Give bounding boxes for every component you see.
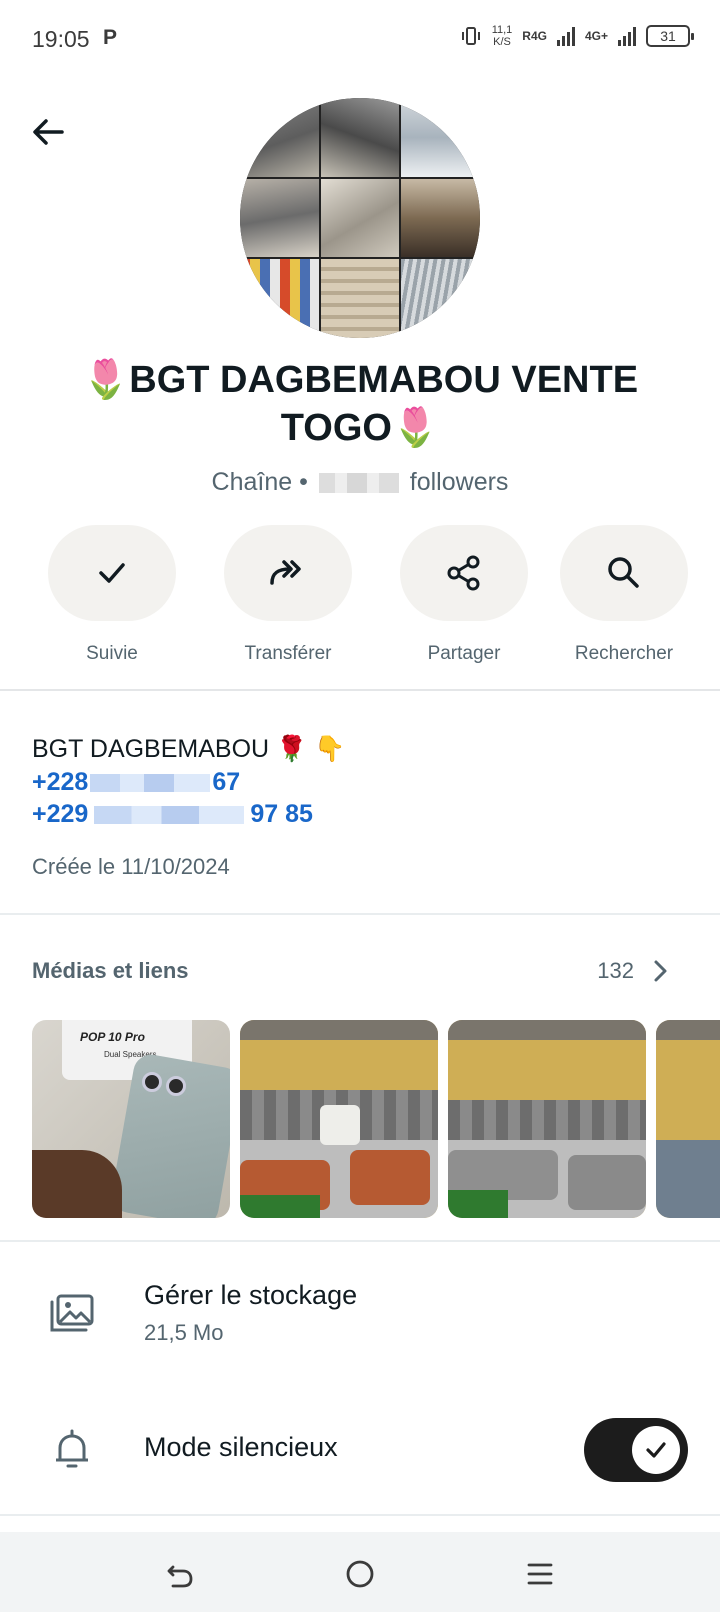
search-icon bbox=[608, 557, 639, 588]
search-button-circle[interactable] bbox=[560, 525, 688, 621]
nav-recents-button[interactable] bbox=[520, 1554, 560, 1594]
section-divider bbox=[0, 1514, 720, 1516]
avatar-tile bbox=[320, 98, 400, 177]
channel-description: BGT DAGBEMABOU 🌹 👇 +228 67 +229 97 85 bbox=[32, 732, 692, 830]
forward-icon bbox=[270, 560, 301, 585]
avatar-tile bbox=[401, 178, 480, 258]
follow-button[interactable]: Suivie bbox=[47, 525, 177, 665]
forward-label: Transférer bbox=[244, 643, 332, 664]
sim2-label: 4G+ bbox=[584, 29, 608, 43]
vibrate-icon bbox=[461, 27, 480, 45]
phone2-prefix: +229 bbox=[32, 800, 89, 828]
share-icon bbox=[447, 555, 480, 591]
phone1-redacted bbox=[90, 774, 211, 793]
avatar-tile bbox=[320, 259, 400, 338]
media-thumbnails: POP 10 Pro Dual Speakers bbox=[32, 1020, 720, 1220]
battery-level: 31 bbox=[660, 28, 676, 44]
media-links-heading[interactable]: Médias et liens bbox=[32, 958, 189, 984]
nav-back-icon bbox=[167, 1565, 193, 1588]
channel-avatar[interactable] bbox=[240, 98, 480, 338]
followers-count-redacted bbox=[318, 473, 399, 494]
nav-menu-icon bbox=[527, 1563, 553, 1585]
status-bar: 19:05 P 11,1 K/S R4G 4G+ 31 bbox=[0, 0, 720, 80]
status-indicators: 11,1 K/S R4G 4G+ 31 bbox=[460, 24, 694, 48]
storage-size: 21,5 Mo bbox=[144, 1320, 224, 1345]
sim2-signal-icon bbox=[618, 26, 636, 46]
system-nav-bar bbox=[0, 1532, 720, 1612]
share-label: Partager bbox=[427, 643, 501, 664]
manage-storage-title: Gérer le stockage bbox=[144, 1280, 358, 1310]
nav-home-icon bbox=[346, 1560, 374, 1588]
network-speed: 11,1 K/S bbox=[492, 24, 513, 48]
back-button[interactable] bbox=[28, 112, 68, 152]
search-label: Rechercher bbox=[574, 643, 674, 664]
phone1-prefix: +228 bbox=[32, 768, 89, 796]
avatar-tile bbox=[240, 178, 319, 258]
silent-mode-title: Mode silencieux bbox=[144, 1432, 338, 1462]
avatar-tile bbox=[240, 259, 319, 338]
nav-back-button[interactable] bbox=[160, 1554, 200, 1594]
forward-button-circle[interactable] bbox=[224, 525, 352, 621]
action-row: Suivie Transférer Partager Rechercher bbox=[0, 525, 720, 665]
channel-type: Chaîne • bbox=[211, 468, 308, 496]
network-speed-value: 11,1 bbox=[491, 24, 513, 36]
sim1-signal-icon bbox=[556, 26, 575, 46]
phone1-suffix: 67 bbox=[212, 768, 241, 796]
phone-link-2[interactable]: +229 97 85 bbox=[32, 798, 692, 830]
network-speed-unit: K/S bbox=[493, 36, 511, 48]
search-button[interactable]: Rechercher bbox=[559, 525, 689, 665]
app-notification-icon: P bbox=[103, 26, 118, 49]
toggle-knob bbox=[632, 1426, 680, 1474]
sim1-label: R4G bbox=[522, 29, 547, 43]
section-divider bbox=[0, 1240, 720, 1242]
avatar-tile bbox=[320, 178, 400, 258]
check-icon bbox=[99, 563, 125, 583]
manage-storage-item[interactable]: Gérer le stockage 21,5 Mo bbox=[0, 1266, 720, 1376]
status-time: 19:05 bbox=[32, 26, 90, 52]
media-thumbnail[interactable] bbox=[240, 1020, 438, 1218]
created-date: Créée le 11/10/2024 bbox=[32, 854, 230, 879]
channel-subtitle: Chaîne • followers bbox=[0, 468, 720, 497]
share-button[interactable]: Partager bbox=[399, 525, 529, 665]
forward-button[interactable]: Transférer bbox=[223, 525, 353, 665]
section-divider bbox=[0, 913, 720, 915]
bell-icon bbox=[56, 1429, 88, 1468]
media-thumbnail[interactable] bbox=[656, 1020, 720, 1218]
chevron-right-icon[interactable] bbox=[648, 958, 672, 984]
channel-title: 🌷BGT DAGBEMABOU VENTE TOGO🌷 bbox=[81, 359, 639, 449]
follow-button-circle[interactable] bbox=[48, 525, 176, 621]
phone-link-1[interactable]: +228 67 bbox=[32, 766, 692, 798]
phone2-redacted bbox=[94, 806, 245, 825]
silent-mode-toggle[interactable] bbox=[584, 1418, 688, 1482]
avatar-tile bbox=[401, 98, 480, 177]
phone-box-model-text: POP 10 Pro bbox=[80, 1030, 145, 1044]
followers-label: followers bbox=[409, 468, 509, 496]
section-divider bbox=[0, 689, 720, 691]
description-name: BGT DAGBEMABOU 🌹 👇 bbox=[32, 735, 346, 763]
arrow-left-icon bbox=[33, 119, 64, 145]
phone2-suffix: 97 85 bbox=[250, 800, 313, 828]
media-thumbnail[interactable]: POP 10 Pro Dual Speakers bbox=[32, 1020, 230, 1218]
battery-icon: 31 bbox=[646, 25, 694, 47]
share-button-circle[interactable] bbox=[400, 525, 528, 621]
avatar-tile bbox=[240, 98, 319, 177]
gallery-stack-icon bbox=[50, 1294, 94, 1332]
check-icon bbox=[646, 1442, 666, 1458]
follow-label: Suivie bbox=[86, 643, 138, 664]
avatar-tile bbox=[401, 259, 480, 338]
nav-home-button[interactable] bbox=[340, 1554, 380, 1594]
media-thumbnail[interactable] bbox=[448, 1020, 646, 1218]
media-count[interactable]: 132 bbox=[597, 958, 634, 984]
